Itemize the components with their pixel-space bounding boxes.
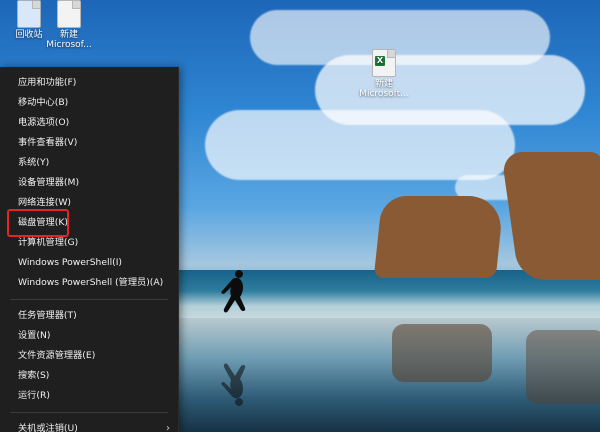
- menu-item-label: Windows PowerShell(I): [18, 257, 123, 268]
- menu-item-label: 设备管理器(M): [18, 177, 80, 188]
- document-icon: [57, 0, 81, 28]
- rock-arch-right: [501, 152, 600, 280]
- menu-item-settings[interactable]: 设置(N): [0, 326, 178, 346]
- excel-icon: X: [372, 49, 396, 77]
- menu-item-label: 计算机管理(G): [18, 237, 79, 248]
- menu-item-disk-management[interactable]: 磁盘管理(K): [0, 213, 178, 233]
- menu-item-windows-powershell-admin[interactable]: Windows PowerShell (管理员)(A): [0, 273, 178, 293]
- menu-separator: [10, 412, 168, 413]
- rock-reflection-left: [392, 324, 492, 382]
- menu-item-task-manager[interactable]: 任务管理器(T): [0, 306, 178, 326]
- menu-item-apps-and-features[interactable]: 应用和功能(F): [0, 73, 178, 93]
- power-user-menu-list: 应用和功能(F) 移动中心(B) 电源选项(O) 事件查看器(V) 系统(Y) …: [0, 67, 178, 432]
- rock-arch-left: [373, 196, 505, 278]
- menu-item-label: 设置(N): [18, 330, 51, 341]
- runner-reflection: [221, 363, 246, 406]
- menu-item-label: 搜索(S): [18, 370, 50, 381]
- menu-item-search[interactable]: 搜索(S): [0, 366, 178, 386]
- menu-item-computer-management[interactable]: 计算机管理(G): [0, 233, 178, 253]
- menu-item-label: 运行(R): [18, 390, 50, 401]
- menu-item-label: 移动中心(B): [18, 97, 69, 108]
- menu-separator: [10, 299, 168, 300]
- menu-item-run[interactable]: 运行(R): [0, 386, 178, 406]
- desktop-icon-label: 新建 Microsof...: [46, 30, 92, 51]
- desktop-icon-new-excel[interactable]: X 新建 Microsoft...: [349, 49, 419, 100]
- menu-item-file-explorer[interactable]: 文件资源管理器(E): [0, 346, 178, 366]
- menu-item-label: 磁盘管理(K): [18, 217, 68, 228]
- menu-item-power-options[interactable]: 电源选项(O): [0, 113, 178, 133]
- rock-reflection-right: [526, 330, 600, 404]
- menu-item-network-connections[interactable]: 网络连接(W): [0, 193, 178, 213]
- menu-item-label: 任务管理器(T): [18, 310, 77, 321]
- menu-item-label: 网络连接(W): [18, 197, 72, 208]
- power-user-menu: 应用和功能(F) 移动中心(B) 电源选项(O) 事件查看器(V) 系统(Y) …: [0, 67, 179, 432]
- runner-silhouette: [221, 270, 246, 313]
- menu-item-label: 应用和功能(F): [18, 77, 77, 88]
- menu-item-label: Windows PowerShell (管理员)(A): [18, 277, 164, 288]
- desktop-icon-label: 新建 Microsoft...: [359, 79, 409, 100]
- excel-x-icon: X: [375, 56, 385, 66]
- menu-item-label: 文件资源管理器(E): [18, 350, 96, 361]
- menu-item-windows-powershell[interactable]: Windows PowerShell(I): [0, 253, 178, 273]
- chevron-right-icon: ›: [166, 423, 170, 432]
- menu-item-mobility-center[interactable]: 移动中心(B): [0, 93, 178, 113]
- menu-item-label: 系统(Y): [18, 157, 50, 168]
- cloud: [205, 110, 515, 180]
- menu-item-system[interactable]: 系统(Y): [0, 153, 178, 173]
- menu-item-label: 电源选项(O): [18, 117, 70, 128]
- menu-item-label: 事件查看器(V): [18, 137, 78, 148]
- desktop-icon-new-file-1[interactable]: 新建 Microsof...: [34, 0, 104, 51]
- menu-item-label: 关机或注销(U): [18, 423, 78, 432]
- menu-item-event-viewer[interactable]: 事件查看器(V): [0, 133, 178, 153]
- menu-item-device-manager[interactable]: 设备管理器(M): [0, 173, 178, 193]
- desktop-background: 回收站 新建 Microsof... X 新建 Microsoft... 应用和…: [0, 0, 600, 432]
- menu-item-shutdown-or-signout[interactable]: 关机或注销(U) ›: [0, 419, 178, 432]
